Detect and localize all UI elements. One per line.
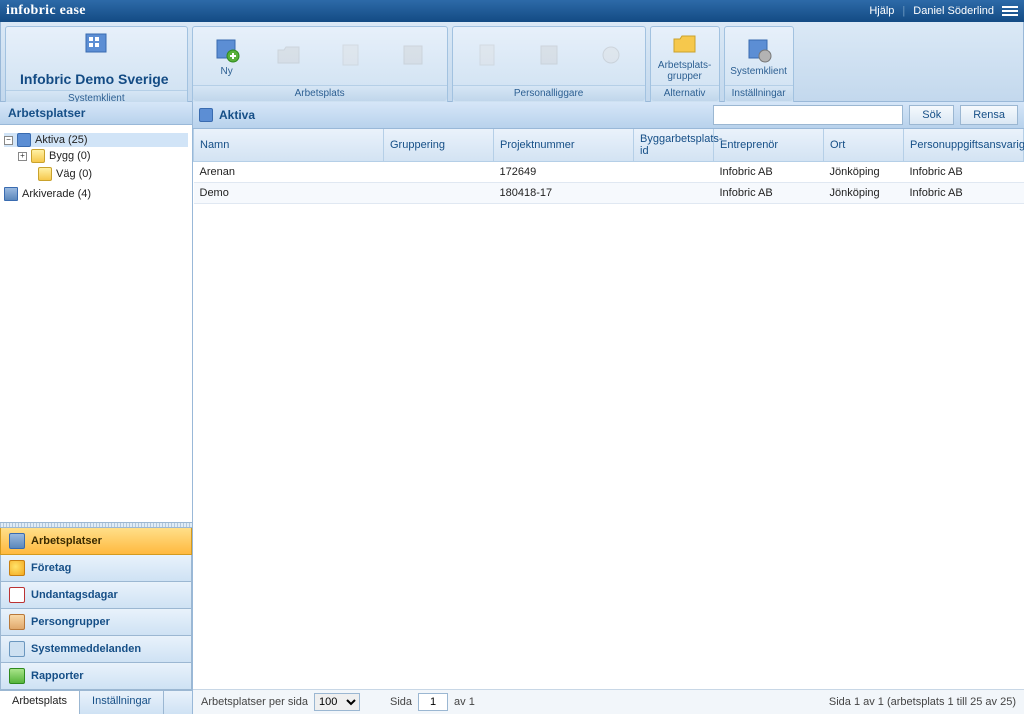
nav-arbetsplatser[interactable]: Arbetsplatser bbox=[0, 528, 192, 555]
per-page-select[interactable]: 100 bbox=[314, 693, 360, 711]
folder-icon bbox=[17, 133, 31, 147]
table-row[interactable]: Demo180418-17Infobric ABJönköpingInfobri… bbox=[194, 183, 1024, 204]
tree-node-vag[interactable]: Väg (0) bbox=[38, 167, 188, 181]
calendar-icon bbox=[9, 587, 25, 603]
nav-persongrupper[interactable]: Persongrupper bbox=[0, 609, 192, 636]
arbetsplats-grupper-button[interactable]: Arbetsplats- grupper bbox=[657, 30, 713, 82]
ribbon-archive-button bbox=[385, 30, 441, 82]
systemklient-button[interactable]: Systemklient bbox=[731, 30, 787, 82]
ribbon-group-personalliggare: Personalliggare bbox=[453, 85, 645, 101]
col-gruppering[interactable]: Gruppering bbox=[384, 129, 494, 162]
document-icon bbox=[337, 41, 365, 69]
search-input[interactable] bbox=[713, 105, 903, 125]
expand-icon[interactable]: + bbox=[18, 152, 27, 161]
col-byggid[interactable]: Byggarbetsplats-id bbox=[634, 129, 714, 162]
help-link[interactable]: Hjälp bbox=[869, 5, 894, 17]
system-name: Infobric Demo Sverige bbox=[12, 61, 181, 87]
archive-icon bbox=[4, 187, 18, 201]
workplace-table: Namn Gruppering Projektnummer Byggarbets… bbox=[193, 129, 1024, 204]
user-menu[interactable]: Daniel Söderlind bbox=[913, 5, 994, 17]
book-icon bbox=[535, 41, 563, 69]
tree-node-aktiva[interactable]: − Aktiva (25) bbox=[4, 133, 188, 147]
collapse-icon[interactable]: − bbox=[4, 136, 13, 145]
ribbon-group-alternativ: Alternativ bbox=[651, 85, 719, 101]
bottom-tab-installningar[interactable]: Inställningar bbox=[80, 691, 164, 714]
list-icon bbox=[199, 108, 213, 122]
helmet-icon bbox=[9, 560, 25, 576]
folder-icon bbox=[275, 41, 303, 69]
col-ort[interactable]: Ort bbox=[824, 129, 904, 162]
folder-icon bbox=[38, 167, 52, 181]
folder-icon bbox=[31, 149, 45, 163]
search-button[interactable]: Sök bbox=[909, 105, 954, 125]
nav-rapporter[interactable]: Rapporter bbox=[0, 663, 192, 690]
workplace-tree[interactable]: − Aktiva (25) + Bygg (0) bbox=[0, 125, 192, 522]
tree-node-bygg[interactable]: + Bygg (0) bbox=[18, 149, 188, 163]
ribbon-personal1 bbox=[459, 30, 515, 82]
new-icon bbox=[213, 36, 241, 64]
ribbon-personal2 bbox=[521, 30, 577, 82]
col-entreprenor[interactable]: Entreprenör bbox=[714, 129, 824, 162]
nav-systemmeddelanden[interactable]: Systemmeddelanden bbox=[0, 636, 192, 663]
table-row[interactable]: Arenan172649Infobric ABJönköpingInfobric… bbox=[194, 162, 1024, 183]
systemklient-icon bbox=[745, 36, 773, 64]
message-icon bbox=[9, 641, 25, 657]
nav-undantagsdagar[interactable]: Undantagsdagar bbox=[0, 582, 192, 609]
system-client-icon bbox=[82, 30, 110, 61]
people-icon bbox=[9, 614, 25, 630]
page-total: av 1 bbox=[454, 696, 475, 708]
sidebar-title: Arbetsplatser bbox=[0, 102, 192, 125]
tree-node-arkiverade[interactable]: Arkiverade (4) bbox=[4, 187, 188, 201]
gear-icon bbox=[597, 41, 625, 69]
per-page-label: Arbetsplatser per sida bbox=[201, 696, 308, 708]
ribbon-group-installningar: Inställningar bbox=[725, 85, 793, 101]
report-icon bbox=[9, 668, 25, 684]
bottom-tab-arbetsplats[interactable]: Arbetsplats bbox=[0, 691, 80, 714]
new-button[interactable]: Ny bbox=[199, 30, 255, 82]
archive-icon bbox=[399, 41, 427, 69]
nav-foretag[interactable]: Företag bbox=[0, 555, 192, 582]
page-input[interactable] bbox=[418, 693, 448, 711]
ribbon-doc-button bbox=[323, 30, 379, 82]
ribbon-group-arbetsplats: Arbetsplats bbox=[193, 85, 447, 101]
clipboard-icon bbox=[473, 41, 501, 69]
ribbon-open-button bbox=[261, 30, 317, 82]
col-namn[interactable]: Namn bbox=[194, 129, 384, 162]
folder-group-icon bbox=[671, 30, 699, 58]
col-projektnummer[interactable]: Projektnummer bbox=[494, 129, 634, 162]
status-summary: Sida 1 av 1 (arbetsplats 1 till 25 av 25… bbox=[829, 696, 1016, 708]
app-logo: infobric ease bbox=[6, 3, 86, 19]
separator: | bbox=[902, 5, 905, 17]
col-ansvarig[interactable]: Personuppgiftsansvarig bbox=[904, 129, 1024, 162]
clear-button[interactable]: Rensa bbox=[960, 105, 1018, 125]
hamburger-menu-icon[interactable] bbox=[1002, 6, 1018, 16]
building-icon bbox=[9, 533, 25, 549]
page-label: Sida bbox=[390, 696, 412, 708]
ribbon-personal3 bbox=[583, 30, 639, 82]
content-title: Aktiva bbox=[219, 108, 255, 122]
